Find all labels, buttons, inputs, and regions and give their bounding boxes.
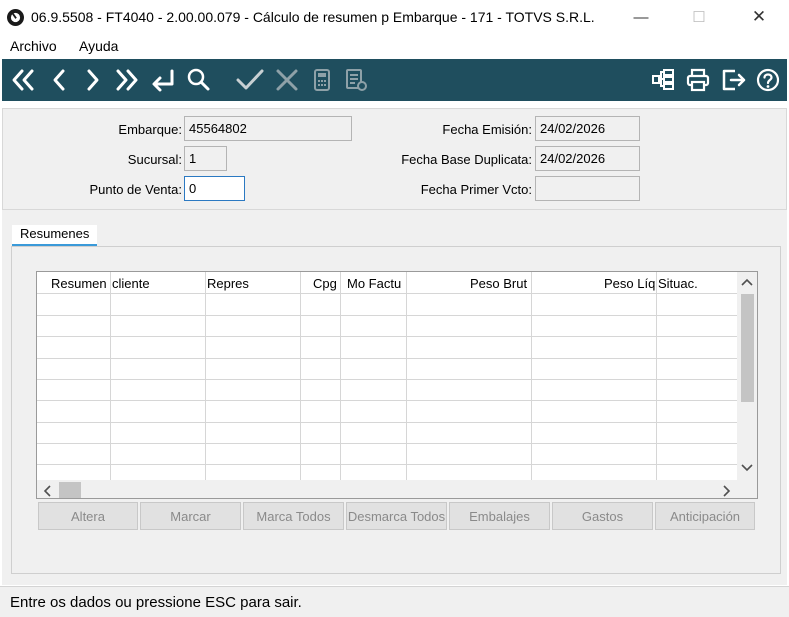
print-icon — [686, 68, 710, 92]
search-button[interactable] — [184, 65, 214, 95]
calculator-icon — [314, 69, 330, 91]
cancel-button[interactable] — [272, 65, 302, 95]
altera-button[interactable]: Altera — [38, 502, 138, 530]
calculator-button[interactable] — [307, 65, 337, 95]
scroll-up-icon[interactable] — [741, 278, 753, 286]
exit-button[interactable] — [719, 65, 749, 95]
table-row — [37, 315, 737, 316]
last-record-icon — [116, 69, 138, 91]
maximize-button[interactable]: ☐ — [676, 0, 722, 34]
fecha-base-duplicata-field[interactable]: 24/02/2026 — [535, 146, 640, 171]
status-bar: Entre os dados ou pressione ESC para sai… — [0, 586, 789, 617]
first-record-icon — [12, 69, 34, 91]
column-divider — [205, 272, 206, 480]
fecha-emision-field[interactable]: 24/02/2026 — [535, 116, 640, 141]
resumenes-grid[interactable]: Resumen cliente Repres Cpg Mo Factu Peso… — [36, 271, 758, 499]
marca-todos-button[interactable]: Marca Todos — [243, 502, 344, 530]
column-divider — [340, 272, 341, 480]
column-header-peso-brut[interactable]: Peso Brut — [470, 276, 527, 291]
document-settings-icon — [346, 69, 367, 91]
title-bar: 06.9.5508 - FT4040 - 2.00.00.079 - Cálcu… — [0, 0, 789, 34]
menu-bar: Archivo Ayuda — [0, 34, 789, 58]
embalajes-button[interactable]: Embalajes — [449, 502, 550, 530]
fecha-primer-vcto-field[interactable] — [535, 176, 640, 201]
confirm-check-icon — [236, 69, 264, 90]
column-header-repres[interactable]: Repres — [207, 276, 249, 291]
scroll-down-icon[interactable] — [741, 464, 753, 472]
menu-archivo[interactable]: Archivo — [10, 38, 57, 54]
table-row — [37, 336, 737, 337]
marcar-button[interactable]: Marcar — [140, 502, 241, 530]
table-row — [37, 422, 737, 423]
horizontal-scrollbar[interactable] — [37, 480, 757, 498]
table-row — [37, 400, 737, 401]
column-header-situac[interactable]: Situac. — [658, 276, 698, 291]
first-record-button[interactable] — [8, 65, 38, 95]
sucursal-label: Sucursal: — [127, 152, 182, 167]
gastos-button[interactable]: Gastos — [552, 502, 653, 530]
column-divider — [656, 272, 657, 480]
scroll-right-icon[interactable] — [723, 485, 731, 497]
previous-record-icon — [53, 69, 65, 91]
header-divider — [37, 293, 737, 294]
structure-tree-icon — [652, 69, 674, 90]
scroll-left-icon[interactable] — [43, 485, 51, 497]
minimize-button[interactable]: — — [618, 0, 664, 34]
horizontal-scroll-thumb[interactable] — [59, 482, 81, 498]
column-divider — [406, 272, 407, 480]
punto-de-venta-label: Punto de Venta: — [89, 182, 182, 197]
anticipacion-button[interactable]: Anticipación — [655, 502, 755, 530]
menu-ayuda[interactable]: Ayuda — [79, 38, 118, 54]
return-button[interactable] — [148, 65, 178, 95]
cancel-x-icon — [276, 69, 298, 91]
fecha-emision-label: Fecha Emisión: — [442, 122, 532, 137]
confirm-button[interactable] — [235, 65, 265, 95]
punto-de-venta-field[interactable]: 0 — [184, 176, 245, 201]
return-icon — [152, 69, 174, 92]
previous-record-button[interactable] — [44, 65, 74, 95]
close-button[interactable]: ✕ — [736, 0, 782, 34]
column-header-cliente[interactable]: cliente — [112, 276, 150, 291]
print-button[interactable] — [683, 65, 713, 95]
tab-resumenes[interactable]: Resumenes — [12, 225, 98, 247]
window-title: 06.9.5508 - FT4040 - 2.00.00.079 - Cálcu… — [31, 9, 595, 25]
exit-icon — [722, 69, 746, 91]
last-record-button[interactable] — [112, 65, 142, 95]
next-record-button[interactable] — [78, 65, 108, 95]
column-divider — [531, 272, 532, 480]
toolbar — [2, 59, 787, 101]
app-logo-icon — [7, 9, 24, 26]
column-header-resumen[interactable]: Resumen — [51, 276, 107, 291]
column-header-mo-factu[interactable]: Mo Factu — [347, 276, 401, 291]
structure-tree-button[interactable] — [648, 65, 678, 95]
vertical-scroll-thumb[interactable] — [741, 294, 754, 402]
embarque-label: Embarque: — [118, 122, 182, 137]
table-row — [37, 443, 737, 444]
table-row — [37, 358, 737, 359]
table-row — [37, 379, 737, 380]
table-row — [37, 464, 737, 465]
help-button[interactable] — [753, 65, 783, 95]
fecha-primer-vcto-label: Fecha Primer Vcto: — [420, 182, 532, 197]
search-icon — [187, 68, 210, 91]
help-icon — [756, 68, 780, 92]
embarque-field[interactable]: 45564802 — [184, 116, 352, 141]
column-header-peso-liq[interactable]: Peso Líq — [604, 276, 655, 291]
desmarca-todos-button[interactable]: Desmarca Todos — [346, 502, 447, 530]
column-header-cpg[interactable]: Cpg — [313, 276, 337, 291]
column-divider — [110, 272, 111, 480]
fecha-base-duplicata-label: Fecha Base Duplicata: — [401, 152, 532, 167]
document-settings-button[interactable] — [341, 65, 371, 95]
sucursal-field[interactable]: 1 — [184, 146, 227, 171]
vertical-scrollbar[interactable] — [737, 272, 757, 480]
status-message: Entre os dados ou pressione ESC para sai… — [10, 594, 302, 611]
column-divider — [300, 272, 301, 480]
next-record-icon — [87, 69, 99, 91]
